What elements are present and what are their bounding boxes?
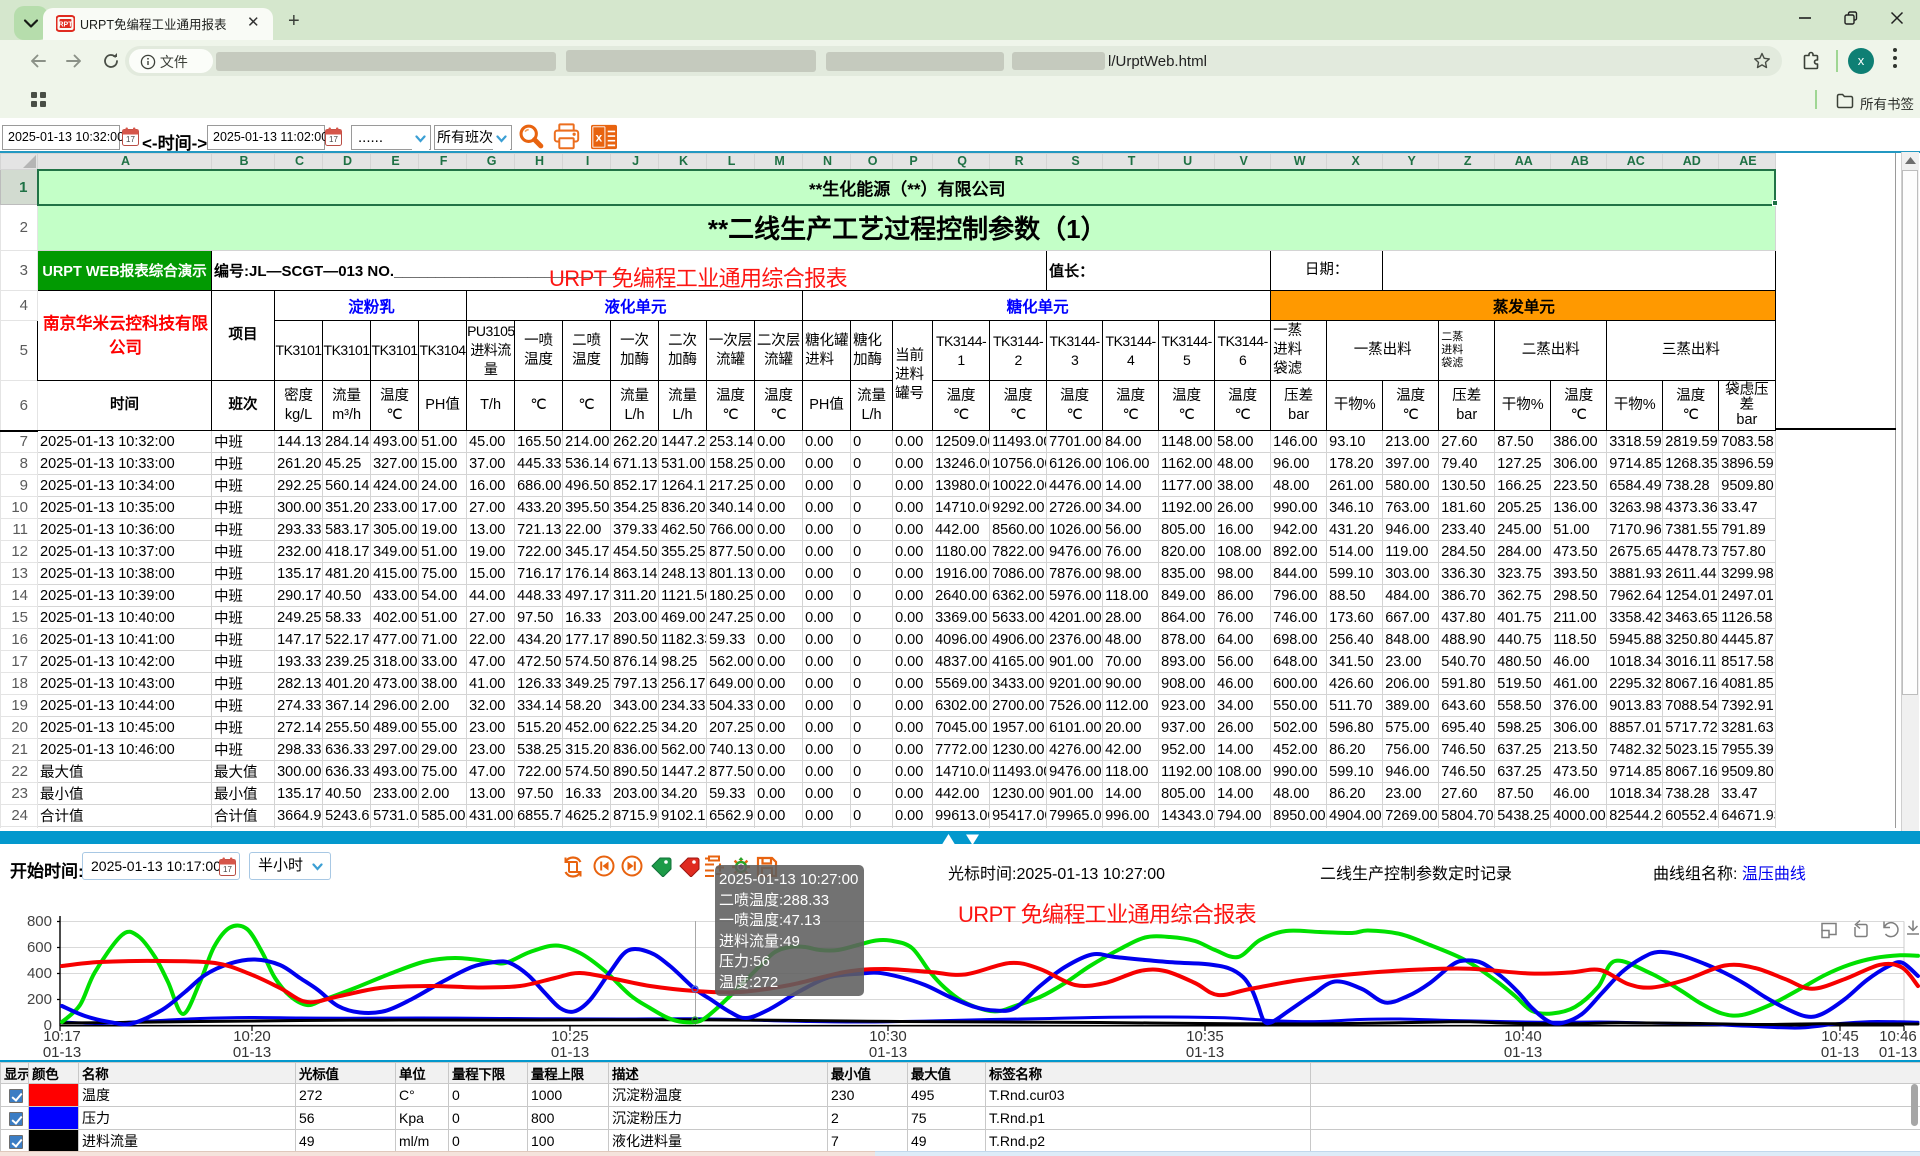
svg-text:10:45: 10:45: [1821, 1028, 1859, 1045]
svg-text:01-13: 01-13: [233, 1044, 271, 1060]
svg-text:10:35: 10:35: [1186, 1028, 1224, 1045]
svg-text:200: 200: [27, 991, 52, 1008]
svg-text:01-13: 01-13: [1821, 1044, 1859, 1060]
svg-text:10:20: 10:20: [233, 1028, 271, 1045]
svg-text:01-13: 01-13: [1879, 1044, 1917, 1060]
svg-text:RPT: RPT: [59, 22, 74, 29]
svg-text:10:25: 10:25: [551, 1028, 589, 1045]
svg-text:01-13: 01-13: [1504, 1044, 1542, 1060]
svg-text:x: x: [596, 131, 603, 145]
svg-text:600: 600: [27, 939, 52, 956]
svg-text:01-13: 01-13: [43, 1044, 81, 1060]
svg-text:01-13: 01-13: [551, 1044, 589, 1060]
svg-text:17: 17: [329, 135, 338, 144]
svg-text:01-13: 01-13: [869, 1044, 907, 1060]
svg-text:10:40: 10:40: [1504, 1028, 1542, 1045]
svg-text:10:17: 10:17: [43, 1028, 81, 1045]
svg-text:400: 400: [27, 965, 52, 982]
svg-text:01-13: 01-13: [1186, 1044, 1224, 1060]
svg-text:17: 17: [126, 135, 135, 144]
svg-text:10:30: 10:30: [869, 1028, 907, 1045]
svg-text:800: 800: [27, 913, 52, 930]
svg-text:10:46: 10:46: [1879, 1028, 1917, 1045]
